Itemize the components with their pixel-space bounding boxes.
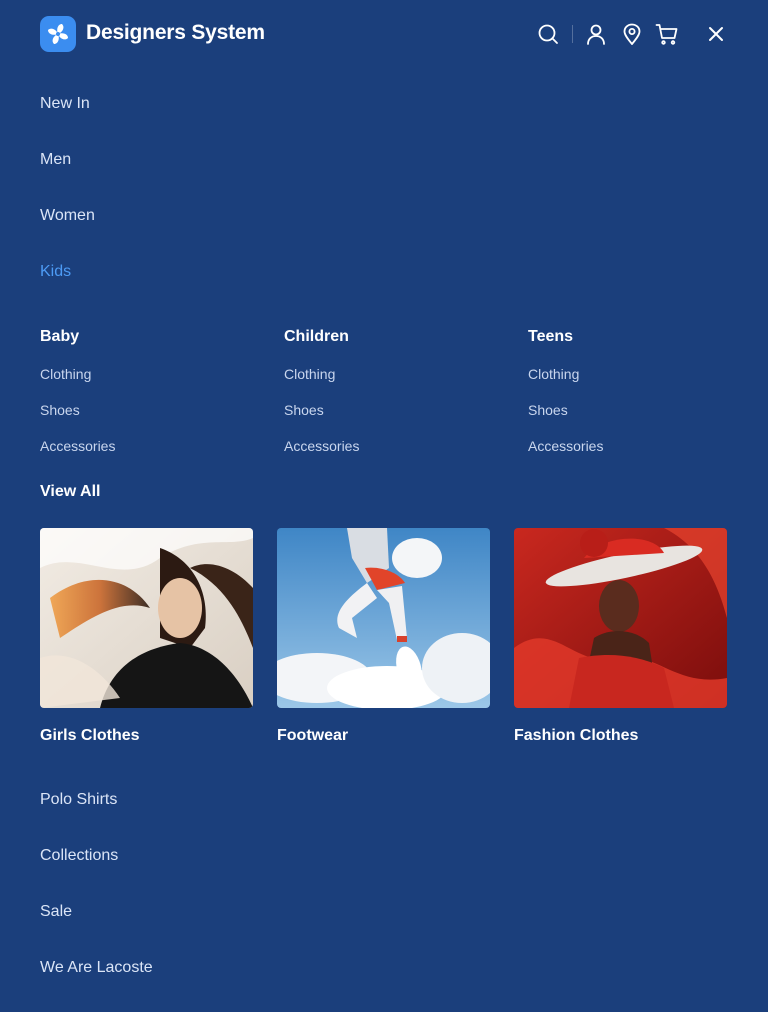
location-pin-icon[interactable] <box>620 22 644 46</box>
nav-item-women[interactable]: Women <box>40 207 95 225</box>
user-icon[interactable] <box>584 22 608 46</box>
cart-icon[interactable] <box>655 22 679 46</box>
card-footwear[interactable]: Footwear <box>277 528 490 745</box>
nav-item-kids[interactable]: Kids <box>40 263 71 281</box>
column-title[interactable]: Children <box>284 328 504 346</box>
close-icon[interactable] <box>704 22 728 46</box>
column-title[interactable]: Teens <box>528 328 748 346</box>
submenu-link[interactable]: Clothing <box>284 366 504 384</box>
card-image <box>277 528 490 708</box>
nav-item-sale[interactable]: Sale <box>40 903 72 921</box>
submenu-link[interactable]: Shoes <box>528 402 748 420</box>
submenu-link[interactable]: Accessories <box>528 438 748 456</box>
card-image <box>514 528 727 708</box>
nav-item-polo-shirts[interactable]: Polo Shirts <box>40 791 117 809</box>
card-girls-clothes[interactable]: Girls Clothes <box>40 528 253 745</box>
column-title[interactable]: Baby <box>40 328 260 346</box>
submenu-column-teens: Teens Clothing Shoes Accessories <box>528 328 748 456</box>
submenu-link[interactable]: Clothing <box>528 366 748 384</box>
logo-icon[interactable] <box>40 16 76 52</box>
brand-name[interactable]: Designers System <box>86 21 265 45</box>
view-all-link[interactable]: View All <box>40 483 100 501</box>
nav-item-men[interactable]: Men <box>40 151 71 169</box>
nav-item-new-in[interactable]: New In <box>40 95 90 113</box>
card-label: Fashion Clothes <box>514 727 639 744</box>
submenu-link[interactable]: Accessories <box>40 438 260 456</box>
card-fashion-clothes[interactable]: Fashion Clothes <box>514 528 727 745</box>
card-label: Footwear <box>277 727 349 744</box>
submenu-link[interactable]: Clothing <box>40 366 260 384</box>
submenu-link[interactable]: Accessories <box>284 438 504 456</box>
header-divider <box>572 25 573 43</box>
nav-item-collections[interactable]: Collections <box>40 847 118 865</box>
header: Designers System <box>0 0 768 68</box>
submenu-column-children: Children Clothing Shoes Accessories <box>284 328 504 456</box>
submenu-link[interactable]: Shoes <box>40 402 260 420</box>
search-icon[interactable] <box>536 22 560 46</box>
submenu-link[interactable]: Shoes <box>284 402 504 420</box>
nav-item-we-are-lacoste[interactable]: We Are Lacoste <box>40 959 153 977</box>
card-label: Girls Clothes <box>40 727 140 744</box>
submenu-column-baby: Baby Clothing Shoes Accessories <box>40 328 260 456</box>
card-image <box>40 528 253 708</box>
